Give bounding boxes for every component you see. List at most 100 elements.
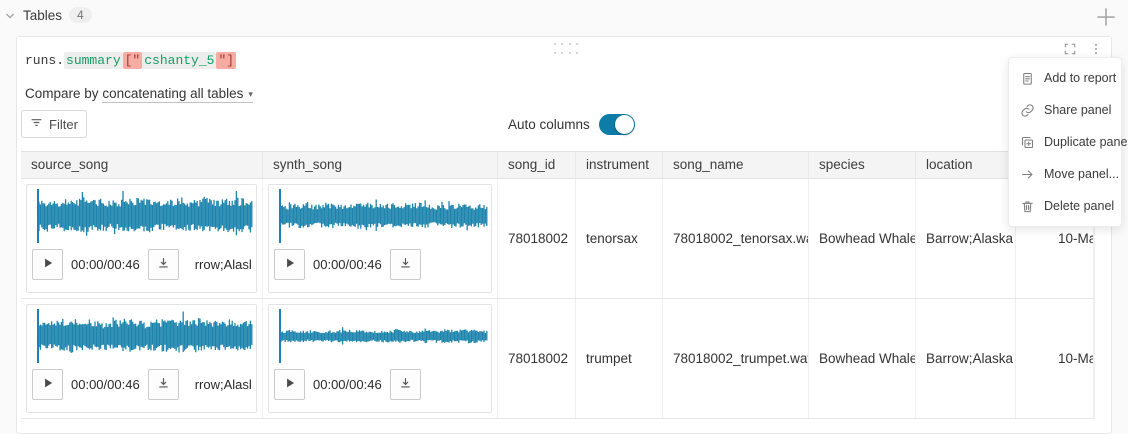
download-button[interactable] xyxy=(390,369,421,400)
column-header-synth_song[interactable]: synth_song xyxy=(263,152,498,178)
table-row: 00:00/00:46rrow;Alaska CC00:00/00:467801… xyxy=(21,179,1094,299)
playhead-cursor[interactable] xyxy=(279,189,281,243)
add-panel-button[interactable] xyxy=(1092,4,1120,32)
compare-select[interactable]: concatenating all tables▾ xyxy=(102,86,253,103)
query-prefix: runs. xyxy=(25,53,64,68)
cell-location: Barrow;Alaska CC2A xyxy=(916,179,1016,298)
download-button[interactable] xyxy=(148,369,179,400)
report-icon xyxy=(1020,71,1035,86)
cell-song_id: 78018002 xyxy=(498,299,576,418)
menu-item-label: Share panel xyxy=(1044,103,1111,117)
section-title: Tables xyxy=(23,8,62,23)
play-button[interactable] xyxy=(32,369,63,400)
panel-query[interactable]: runs.summary["cshanty_5"] xyxy=(25,53,236,68)
query-method: summary xyxy=(64,52,123,69)
trash-icon xyxy=(1020,199,1035,214)
play-button[interactable] xyxy=(274,369,305,400)
cell-species: Bowhead Whale xyxy=(809,299,916,418)
compare-value: concatenating all tables xyxy=(102,86,243,101)
cell-instrument: tenorsax xyxy=(576,179,663,298)
column-header-location[interactable]: location xyxy=(916,152,1016,178)
menu-item-add-to-report[interactable]: Add to report xyxy=(1009,62,1121,94)
download-icon xyxy=(156,376,171,394)
section-count-badge: 4 xyxy=(69,7,92,23)
drag-handle[interactable] xyxy=(554,43,580,54)
menu-item-label: Add to report xyxy=(1044,71,1116,85)
section-header: Tables 4 xyxy=(4,7,92,23)
filter-icon xyxy=(30,116,43,132)
audio-caption: rrow;Alaska CC xyxy=(195,377,251,392)
play-button[interactable] xyxy=(32,249,63,280)
audio-player-synth_song: 00:00/00:46 xyxy=(268,304,492,413)
query-bracket-close: "] xyxy=(216,52,236,69)
menu-item-share-panel[interactable]: Share panel xyxy=(1009,94,1121,126)
cell-instrument: trumpet xyxy=(576,299,663,418)
panel-actions xyxy=(1061,40,1105,58)
auto-columns-toggle[interactable] xyxy=(599,114,635,135)
audio-player-source_song: 00:00/00:46rrow;Alaska CC xyxy=(26,304,257,413)
duplicate-icon xyxy=(1020,135,1035,150)
playhead-cursor[interactable] xyxy=(37,189,39,243)
compare-label: Compare by xyxy=(25,86,99,101)
cell-song_id: 78018002 xyxy=(498,179,576,298)
table-header-row: source_songsynth_songsong_idinstrumentso… xyxy=(21,151,1094,179)
cell-location: Barrow;Alaska CC2A xyxy=(916,299,1016,418)
chevron-down-icon[interactable] xyxy=(4,9,16,21)
waveform[interactable] xyxy=(269,305,491,367)
playhead-cursor[interactable] xyxy=(279,309,281,363)
query-bracket-open: [" xyxy=(123,52,143,69)
audio-player-synth_song: 00:00/00:46 xyxy=(268,184,492,293)
menu-item-duplicate-panel[interactable]: Duplicate panel xyxy=(1009,126,1121,158)
play-icon xyxy=(283,376,297,393)
download-icon xyxy=(398,376,413,394)
audio-controls: 00:00/00:46 rrow;Alaska CC xyxy=(27,247,256,285)
waveform[interactable] xyxy=(269,185,491,247)
cell-synth_song: 00:00/00:46 xyxy=(263,299,498,418)
cell-synth_song: 00:00/00:46 xyxy=(263,179,498,298)
playhead-cursor[interactable] xyxy=(37,309,39,363)
panel-context-menu: Add to report Share panel Duplicate panel M… xyxy=(1008,57,1122,227)
page: Tables 4 runs.summary["cshanty_5"] xyxy=(0,0,1128,434)
column-header-source_song[interactable]: source_song xyxy=(21,152,263,178)
audio-time: 00:00/00:46 xyxy=(313,377,382,392)
menu-item-move-panel[interactable]: Move panel... xyxy=(1009,158,1121,190)
filter-label: Filter xyxy=(49,117,78,132)
cell-song_name: 78018002_tenorsax.wav xyxy=(663,179,809,298)
fullscreen-button[interactable] xyxy=(1061,40,1079,58)
play-icon xyxy=(283,256,297,273)
arrow-right-icon xyxy=(1020,167,1035,182)
menu-item-label: Delete panel xyxy=(1044,199,1114,213)
column-header-instrument[interactable]: instrument xyxy=(576,152,663,178)
cell-song_name: 78018002_trumpet.wav xyxy=(663,299,809,418)
cell-source_song: 00:00/00:46 rrow;Alaska CC xyxy=(21,179,263,298)
filter-button[interactable]: Filter xyxy=(21,110,87,138)
waveform[interactable] xyxy=(27,185,256,247)
auto-columns-label: Auto columns xyxy=(508,117,590,132)
menu-item-delete-panel[interactable]: Delete panel xyxy=(1009,190,1121,222)
play-icon xyxy=(41,256,55,273)
play-button[interactable] xyxy=(274,249,305,280)
table-row: 00:00/00:46rrow;Alaska CC 00:00/00:46 7801… xyxy=(21,299,1094,419)
cell-species: Bowhead Whale xyxy=(809,179,916,298)
download-icon xyxy=(398,256,413,274)
column-header-species[interactable]: species xyxy=(809,152,916,178)
audio-controls: 00:00/00:46 xyxy=(269,247,491,285)
auto-columns-row: Auto columns xyxy=(508,114,635,135)
audio-player-source_song: 00:00/00:46 rrow;Alaska CC xyxy=(26,184,257,293)
panel-menu-button[interactable] xyxy=(1087,40,1105,58)
download-button[interactable] xyxy=(148,249,179,280)
audio-time: 00:00/00:46 xyxy=(71,257,140,272)
column-header-song_id[interactable]: song_id xyxy=(498,152,576,178)
download-icon xyxy=(156,256,171,274)
waveform[interactable] xyxy=(27,305,256,367)
column-header-song_name[interactable]: song_name xyxy=(663,152,809,178)
data-table: source_songsynth_songsong_idinstrumentso… xyxy=(21,151,1095,419)
menu-item-label: Move panel... xyxy=(1044,167,1119,181)
audio-controls: 00:00/00:46rrow;Alaska CC xyxy=(27,367,256,405)
plus-icon xyxy=(1093,18,1119,33)
download-button[interactable] xyxy=(390,249,421,280)
audio-caption: rrow;Alaska CC xyxy=(195,257,251,272)
compare-row: Compare by concatenating all tables▾ xyxy=(25,86,253,101)
tables-panel: runs.summary["cshanty_5"] Compare by con… xyxy=(16,36,1112,434)
play-icon xyxy=(41,376,55,393)
